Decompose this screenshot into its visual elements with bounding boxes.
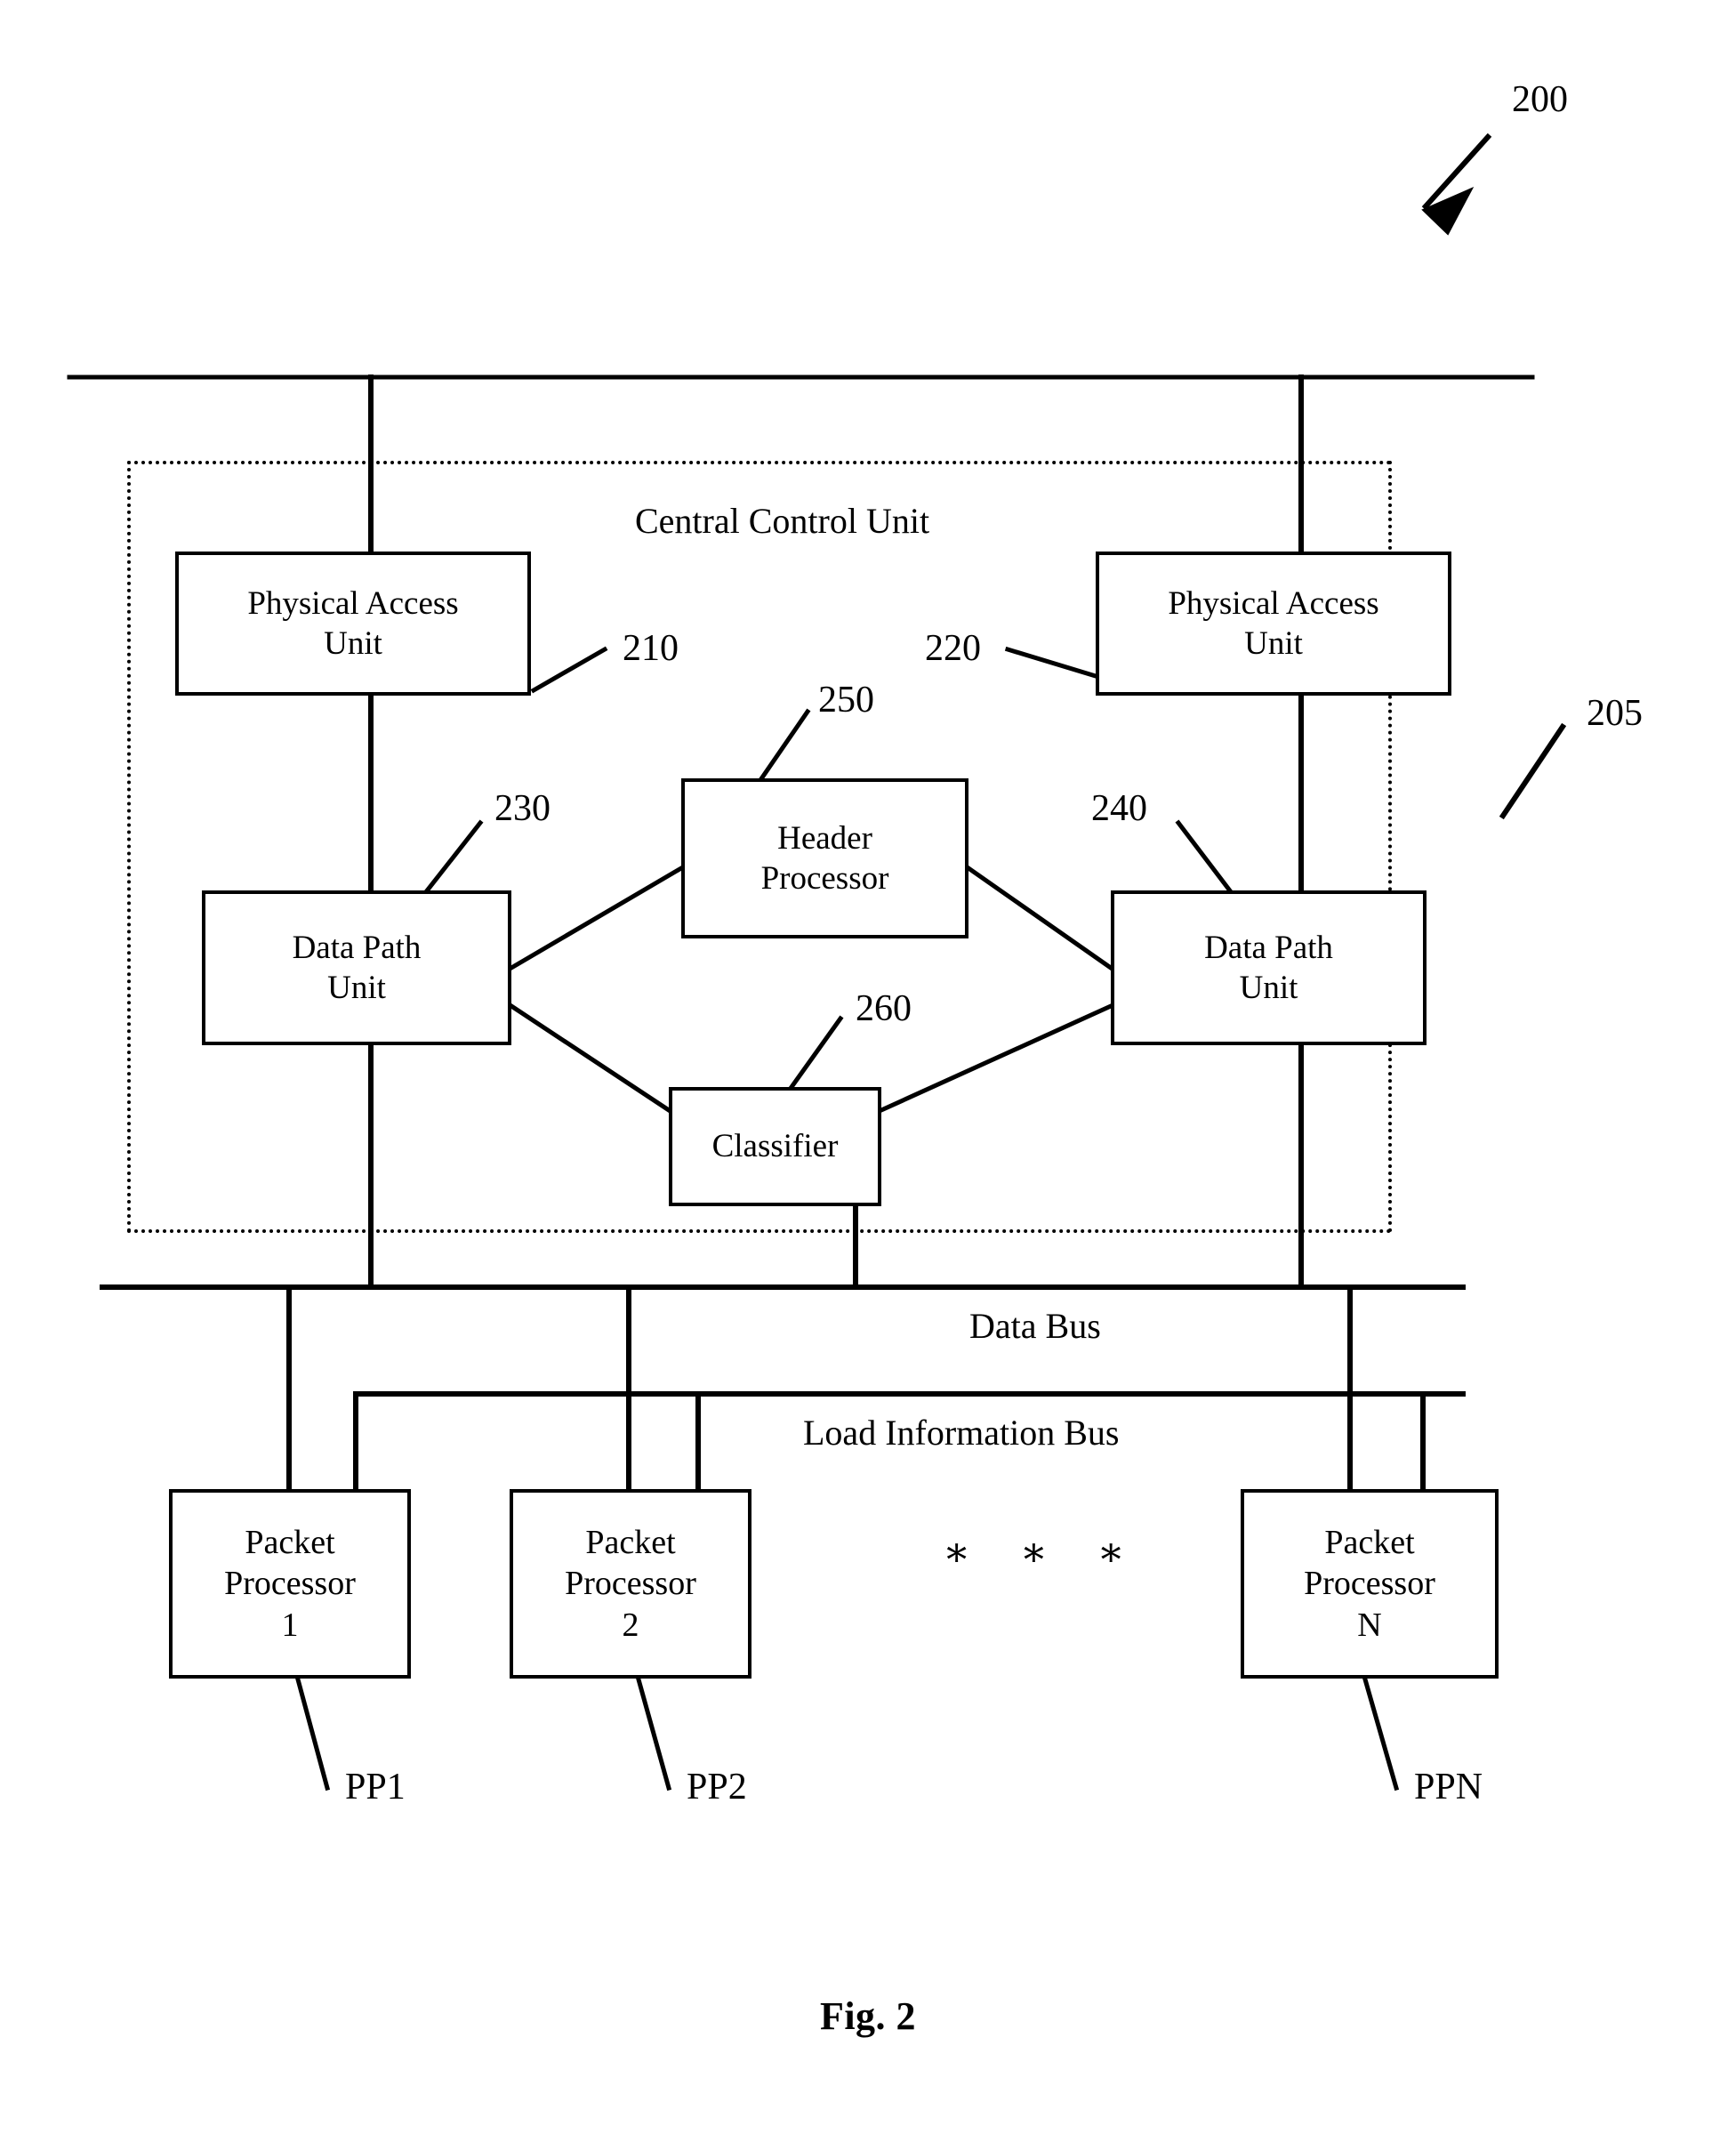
packet-processor-n[interactable]: Packet Processor N [1241, 1489, 1499, 1679]
reference-210: 210 [623, 628, 679, 669]
pau-right-line2: Unit [1244, 625, 1303, 662]
data-path-unit-left[interactable]: Data Path Unit [202, 890, 511, 1045]
ellipsis-dots: ∗ ∗ ∗ [943, 1529, 1145, 1574]
header-processor-line1: Header [777, 819, 872, 857]
packet-processor-2[interactable]: Packet Processor 2 [510, 1489, 751, 1679]
reference-240: 240 [1091, 788, 1147, 829]
pp2-line2: Processor [565, 1565, 696, 1603]
reference-250: 250 [818, 680, 874, 721]
reference-220: 220 [925, 628, 981, 669]
ppn-line3: N [1357, 1606, 1382, 1644]
load-information-bus-label: Load Information Bus [803, 1413, 1120, 1453]
pau-left-line2: Unit [324, 625, 382, 662]
patent-figure-canvas: 200 205 Central Control Unit Physical Ac… [0, 0, 1736, 2134]
reference-260: 260 [856, 988, 912, 1029]
physical-access-unit-right[interactable]: Physical Access Unit [1096, 552, 1451, 696]
pau-left-line1: Physical Access [247, 584, 459, 622]
pp1-line1: Packet [245, 1523, 335, 1561]
header-processor[interactable]: Header Processor [681, 778, 968, 938]
data-bus-label: Data Bus [969, 1306, 1101, 1346]
central-control-unit-title: Central Control Unit [635, 501, 930, 541]
reference-ppn: PPN [1414, 1767, 1483, 1808]
reference-arrowhead [1421, 186, 1475, 236]
packet-processor-1[interactable]: Packet Processor 1 [169, 1489, 411, 1679]
data-path-unit-right[interactable]: Data Path Unit [1111, 890, 1427, 1045]
physical-access-unit-left[interactable]: Physical Access Unit [175, 552, 531, 696]
reference-pp2: PP2 [687, 1767, 747, 1808]
ppn-line2: Processor [1304, 1565, 1435, 1603]
dpu-right-line1: Data Path [1204, 929, 1333, 966]
pp2-line1: Packet [585, 1523, 676, 1561]
dpu-left-line2: Unit [327, 970, 386, 1006]
reference-205: 205 [1587, 693, 1643, 734]
pp2-line3: 2 [622, 1606, 639, 1644]
classifier[interactable]: Classifier [669, 1087, 881, 1206]
header-processor-line2: Processor [760, 860, 889, 897]
dpu-left-line1: Data Path [292, 929, 422, 966]
classifier-label: Classifier [711, 1128, 839, 1165]
reference-pp1: PP1 [345, 1767, 406, 1808]
pp1-line3: 1 [281, 1606, 299, 1644]
pp1-line2: Processor [224, 1565, 356, 1603]
ppn-line1: Packet [1324, 1523, 1415, 1561]
reference-200: 200 [1512, 79, 1568, 120]
pau-right-line1: Physical Access [1168, 584, 1379, 622]
dpu-right-line2: Unit [1239, 970, 1298, 1006]
figure-caption: Fig. 2 [819, 1994, 917, 2038]
reference-230: 230 [494, 788, 551, 829]
